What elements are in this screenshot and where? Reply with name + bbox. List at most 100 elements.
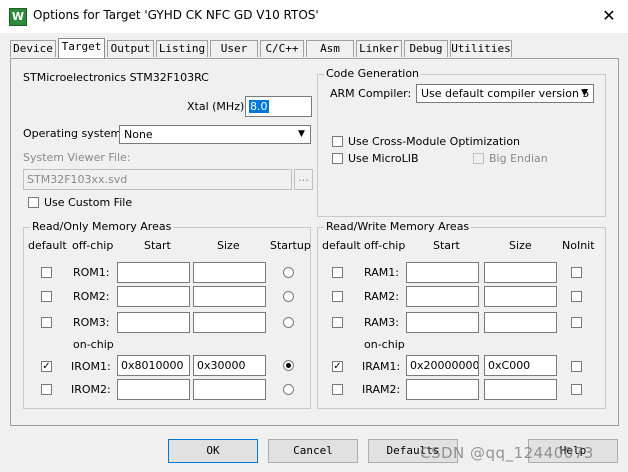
ro-header-startup: Startup (270, 239, 311, 252)
iram2-default-checkbox[interactable] (332, 384, 343, 395)
svd-label: System Viewer File: (23, 151, 131, 164)
tab-output[interactable]: Output (107, 40, 154, 57)
ram1-start-input[interactable] (406, 262, 479, 283)
rom2-startup-radio[interactable] (283, 291, 294, 302)
ram3-size-input[interactable] (484, 312, 557, 333)
iram1-default-checkbox[interactable]: ✓ (332, 361, 343, 372)
svd-browse-button[interactable]: ... (294, 169, 313, 190)
rw-memory-title: Read/Write Memory Areas (324, 220, 472, 233)
rw-memory-group: Read/Write Memory Areas default off-chip… (317, 220, 606, 409)
ram3-label: RAM3: (364, 316, 399, 329)
ram2-size-input[interactable] (484, 286, 557, 307)
rom2-label: ROM2: (73, 290, 110, 303)
os-label: Operating system: (23, 127, 125, 140)
ram1-label: RAM1: (364, 266, 399, 279)
irom2-start-input[interactable] (117, 379, 190, 400)
arm-compiler-label: ARM Compiler: (330, 87, 412, 100)
irom1-startup-radio[interactable] (283, 360, 294, 371)
radio-selected-dot (286, 363, 291, 368)
tab-listing[interactable]: Listing (156, 40, 208, 57)
rom3-size-input[interactable] (193, 312, 266, 333)
xtal-input[interactable]: 8.0 (245, 96, 312, 117)
rom2-start-input[interactable] (117, 286, 190, 307)
tab-c-cpp[interactable]: C/C++ (260, 40, 304, 57)
use-custom-file-checkbox[interactable] (28, 197, 39, 208)
code-generation-group: Code Generation ARM Compiler: Use defaul… (317, 67, 606, 217)
ro-header-start: Start (144, 239, 171, 252)
close-icon[interactable]: ✕ (598, 5, 620, 27)
ram3-default-checkbox[interactable] (332, 317, 343, 328)
target-panel: STMicroelectronics STM32F103RC Xtal (MHz… (10, 58, 619, 426)
cancel-button[interactable]: Cancel (268, 439, 358, 463)
ram1-noinit-checkbox[interactable] (571, 267, 582, 278)
tab-utilities[interactable]: Utilities (450, 40, 512, 57)
iram1-noinit-checkbox[interactable] (571, 361, 582, 372)
ro-header-default: default (28, 239, 67, 252)
irom1-default-checkbox[interactable]: ✓ (41, 361, 52, 372)
iram1-start-input[interactable]: 0x20000000 (406, 355, 479, 376)
tab-linker[interactable]: Linker (356, 40, 402, 57)
rw-header-noinit: NoInit (562, 239, 595, 252)
irom1-label: IROM1: (71, 360, 111, 373)
ro-memory-title: Read/Only Memory Areas (30, 220, 174, 233)
big-endian-checkbox[interactable] (473, 153, 484, 164)
chevron-down-icon: ▼ (581, 88, 588, 98)
ram1-default-checkbox[interactable] (332, 267, 343, 278)
irom2-default-checkbox[interactable] (41, 384, 52, 395)
ok-button[interactable]: OK (168, 439, 258, 463)
cross-module-checkbox[interactable] (332, 136, 343, 147)
rom3-startup-radio[interactable] (283, 317, 294, 328)
options-dialog: W Options for Target 'GYHD CK NFC GD V10… (0, 0, 628, 472)
ram2-noinit-checkbox[interactable] (571, 291, 582, 302)
iram1-size-input[interactable]: 0xC000 (484, 355, 557, 376)
iram2-label: IRAM2: (362, 383, 401, 396)
device-name: STMicroelectronics STM32F103RC (23, 71, 209, 84)
keil-app-icon: W (9, 8, 27, 26)
rom2-size-input[interactable] (193, 286, 266, 307)
tab-asm[interactable]: Asm (306, 40, 354, 57)
irom2-label: IROM2: (71, 383, 111, 396)
rom1-startup-radio[interactable] (283, 267, 294, 278)
os-select[interactable]: None ▼ (119, 125, 311, 144)
tab-debug[interactable]: Debug (404, 40, 448, 57)
irom1-size-input[interactable]: 0x30000 (193, 355, 266, 376)
rom2-default-checkbox[interactable] (41, 291, 52, 302)
big-endian-label: Big Endian (489, 152, 548, 165)
ram2-start-input[interactable] (406, 286, 479, 307)
arm-compiler-select[interactable]: Use default compiler version 5 ▼ (416, 84, 594, 103)
iram2-size-input[interactable] (484, 379, 557, 400)
rom3-start-input[interactable] (117, 312, 190, 333)
rw-header-default: default (322, 239, 361, 252)
ram2-label: RAM2: (364, 290, 399, 303)
rom1-start-input[interactable] (117, 262, 190, 283)
iram2-noinit-checkbox[interactable] (571, 384, 582, 395)
ram2-default-checkbox[interactable] (332, 291, 343, 302)
rom3-label: ROM3: (73, 316, 110, 329)
ro-onchip-label: on-chip (73, 338, 114, 351)
cross-module-label: Use Cross-Module Optimization (348, 135, 521, 148)
microlib-label: Use MicroLIB (348, 152, 419, 165)
rom1-label: ROM1: (73, 266, 110, 279)
ram1-size-input[interactable] (484, 262, 557, 283)
iram2-start-input[interactable] (406, 379, 479, 400)
ro-header-size: Size (217, 239, 240, 252)
rom1-default-checkbox[interactable] (41, 267, 52, 278)
svd-file-input[interactable]: STM32F103xx.svd (23, 169, 292, 190)
window-title: Options for Target 'GYHD CK NFC GD V10 R… (33, 8, 319, 22)
xtal-label: Xtal (MHz): (187, 100, 248, 113)
irom2-startup-radio[interactable] (283, 384, 294, 395)
iram1-label: IRAM1: (362, 360, 401, 373)
rw-header-size: Size (509, 239, 532, 252)
rom3-default-checkbox[interactable] (41, 317, 52, 328)
irom1-start-input[interactable]: 0x8010000 (117, 355, 190, 376)
irom2-size-input[interactable] (193, 379, 266, 400)
tab-target[interactable]: Target (58, 38, 105, 58)
tab-user[interactable]: User (210, 40, 258, 57)
ro-header-offchip: off-chip (72, 239, 114, 252)
rom1-size-input[interactable] (193, 262, 266, 283)
ram3-start-input[interactable] (406, 312, 479, 333)
chevron-down-icon: ▼ (298, 129, 305, 139)
tab-device[interactable]: Device (10, 40, 56, 57)
ram3-noinit-checkbox[interactable] (571, 317, 582, 328)
microlib-checkbox[interactable] (332, 153, 343, 164)
